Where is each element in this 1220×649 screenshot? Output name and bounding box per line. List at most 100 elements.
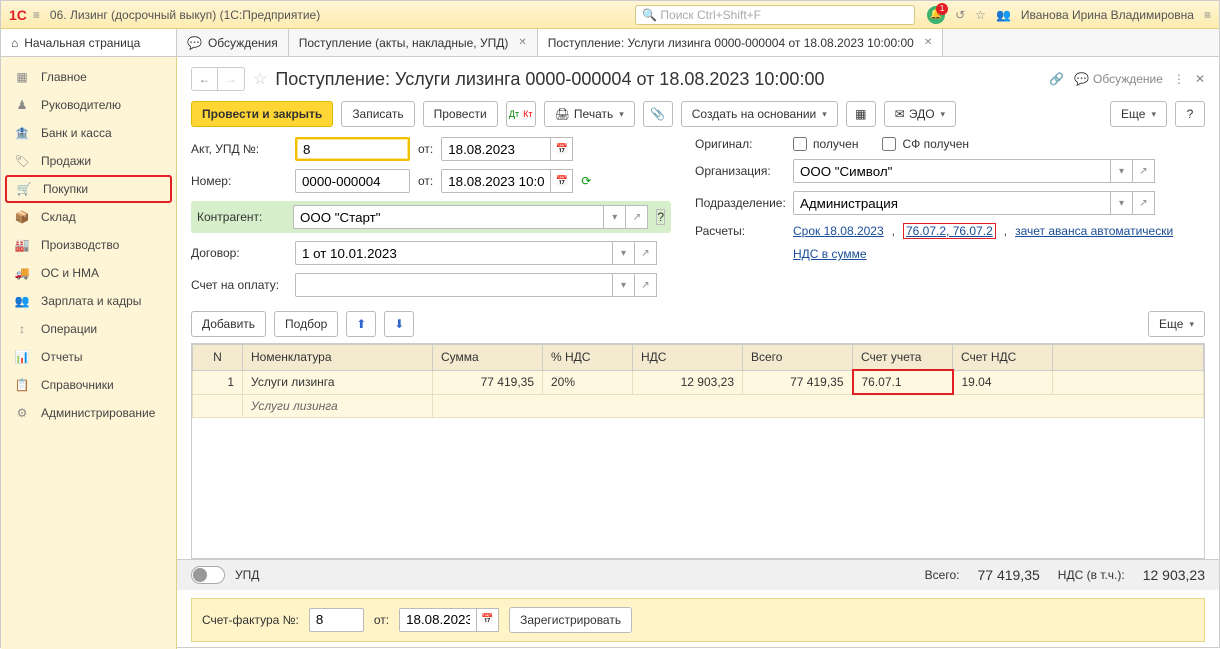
sidebar-item-main[interactable]: ▦Главное (1, 63, 176, 91)
discussion-button[interactable]: 💬Обсуждение (1074, 72, 1163, 86)
sidebar-item-assets[interactable]: 🚚ОС и НМА (1, 259, 176, 287)
sidebar-item-purchases[interactable]: 🛒Покупки (5, 175, 172, 203)
col-total[interactable]: Всего (743, 345, 853, 371)
nav-back-button[interactable]: ← (192, 68, 218, 90)
open-icon[interactable]: ↗ (626, 205, 648, 229)
doc-number-input[interactable] (295, 169, 410, 193)
sf-date-input[interactable] (399, 608, 477, 632)
tab-receipts[interactable]: Поступление (акты, накладные, УПД) ✕ (289, 29, 538, 56)
col-sum[interactable]: Сумма (433, 345, 543, 371)
cell-n[interactable]: 1 (193, 370, 243, 394)
received-checkbox[interactable]: получен (793, 137, 858, 151)
more-icon[interactable]: ⋮ (1173, 72, 1185, 86)
edo-button[interactable]: ✉ЭДО▾ (884, 101, 956, 127)
cell-acct[interactable]: 76.07.1 (853, 370, 953, 394)
chevron-down-icon[interactable]: ▾ (604, 205, 626, 229)
cell-vatacct[interactable]: 19.04 (953, 370, 1053, 394)
open-icon[interactable]: ↗ (1133, 191, 1155, 215)
sidebar-item-warehouse[interactable]: 📦Склад (1, 203, 176, 231)
add-row-button[interactable]: Добавить (191, 311, 266, 337)
close-icon[interactable]: ✕ (924, 37, 932, 48)
refresh-icon[interactable]: ⟳ (581, 174, 591, 188)
col-acct[interactable]: Счет учета (853, 345, 953, 371)
history-icon[interactable]: ↺ (955, 8, 965, 22)
cell-vat[interactable]: 12 903,23 (633, 370, 743, 394)
open-icon[interactable]: ↗ (1133, 159, 1155, 183)
cell-sum[interactable]: 77 419,35 (433, 370, 543, 394)
upd-toggle[interactable] (191, 566, 225, 584)
post-and-close-button[interactable]: Провести и закрыть (191, 101, 333, 127)
vat-in-sum-link[interactable]: НДС в сумме (793, 247, 867, 261)
move-down-button[interactable]: ⬇ (384, 311, 414, 337)
sf-number-input[interactable] (309, 608, 364, 632)
chevron-down-icon[interactable]: ▾ (1111, 191, 1133, 215)
settle-term-link[interactable]: Срок 18.08.2023 (793, 224, 884, 238)
help-button[interactable]: ? (1175, 101, 1205, 127)
act-date-input[interactable] (441, 137, 551, 161)
settle-auto-link[interactable]: зачет аванса автоматически (1015, 224, 1173, 238)
sidebar-item-catalogs[interactable]: 📋Справочники (1, 371, 176, 399)
notifications-icon[interactable]: 🔔 1 (927, 6, 945, 24)
settle-accounts-link[interactable]: 76.07.2, 76.07.2 (903, 223, 996, 239)
settings-icon[interactable]: ≡ (1204, 8, 1211, 22)
star-icon[interactable]: ☆ (253, 69, 267, 89)
org-input[interactable] (793, 159, 1111, 183)
col-vatpct[interactable]: % НДС (543, 345, 633, 371)
calendar-icon[interactable]: 📅 (477, 608, 499, 632)
dtct-button[interactable]: ДтКт (506, 101, 536, 127)
table-row[interactable]: 1 Услуги лизинга 77 419,35 20% 12 903,23… (193, 370, 1204, 394)
tab-home[interactable]: ⌂ Начальная страница (1, 29, 177, 56)
calendar-icon[interactable]: 📅 (551, 137, 573, 161)
sidebar-item-operations[interactable]: ↕Операции (1, 315, 176, 343)
table-row-sub[interactable]: Услуги лизинга (193, 394, 1204, 417)
info-button[interactable]: ? (656, 209, 665, 225)
open-icon[interactable]: ↗ (635, 241, 657, 265)
sidebar-item-hr[interactable]: 👥Зарплата и кадры (1, 287, 176, 315)
cell-nom-sub[interactable]: Услуги лизинга (243, 394, 433, 417)
col-n[interactable]: N (193, 345, 243, 371)
register-button[interactable]: Зарегистрировать (509, 607, 632, 633)
cell-nom[interactable]: Услуги лизинга (243, 370, 433, 394)
favorite-icon[interactable]: ☆ (975, 8, 986, 22)
registry-button[interactable]: ▦ (846, 101, 876, 127)
sidebar-item-reports[interactable]: 📊Отчеты (1, 343, 176, 371)
global-search[interactable]: 🔍 Поиск Ctrl+Shift+F (635, 5, 915, 25)
open-icon[interactable]: ↗ (635, 273, 657, 297)
chevron-down-icon[interactable]: ▾ (613, 273, 635, 297)
user-icon[interactable]: 👥 (996, 8, 1011, 22)
act-number-input[interactable] (295, 137, 410, 161)
cell-vatpct[interactable]: 20% (543, 370, 633, 394)
move-up-button[interactable]: ⬆ (346, 311, 376, 337)
sidebar-item-admin[interactable]: ⚙Администрирование (1, 399, 176, 427)
calendar-icon[interactable]: 📅 (551, 169, 573, 193)
link-icon[interactable]: 🔗 (1049, 72, 1064, 86)
post-button[interactable]: Провести (423, 101, 498, 127)
division-input[interactable] (793, 191, 1111, 215)
tab-current-doc[interactable]: Поступление: Услуги лизинга 0000-000004 … (538, 29, 943, 56)
nav-forward-button[interactable]: → (218, 68, 244, 90)
col-nom[interactable]: Номенклатура (243, 345, 433, 371)
print-button[interactable]: 🖨Печать▾ (544, 101, 635, 127)
col-vatacct[interactable]: Счет НДС (953, 345, 1053, 371)
create-based-button[interactable]: Создать на основании▾ (681, 101, 838, 127)
chevron-down-icon[interactable]: ▾ (1111, 159, 1133, 183)
chevron-down-icon[interactable]: ▾ (613, 241, 635, 265)
doc-date-input[interactable] (441, 169, 551, 193)
cell-total[interactable]: 77 419,35 (743, 370, 853, 394)
sidebar-item-production[interactable]: 🏭Производство (1, 231, 176, 259)
sidebar-item-manager[interactable]: ♟Руководителю (1, 91, 176, 119)
sidebar-item-bank[interactable]: 🏦Банк и касса (1, 119, 176, 147)
tab-discussions[interactable]: 💬 Обсуждения (177, 29, 289, 56)
select-button[interactable]: Подбор (274, 311, 338, 337)
close-icon[interactable]: ✕ (1195, 72, 1205, 86)
menu-icon[interactable]: ≡ (33, 8, 40, 22)
col-vat[interactable]: НДС (633, 345, 743, 371)
sf-received-checkbox[interactable]: СФ получен (882, 137, 969, 151)
counterparty-input[interactable] (293, 205, 604, 229)
close-icon[interactable]: ✕ (518, 37, 526, 48)
sidebar-item-sales[interactable]: 🏷Продажи (1, 147, 176, 175)
attach-button[interactable]: 📎 (643, 101, 673, 127)
table-more-button[interactable]: Еще▾ (1148, 311, 1205, 337)
write-button[interactable]: Записать (341, 101, 414, 127)
more-button[interactable]: Еще▾ (1110, 101, 1167, 127)
